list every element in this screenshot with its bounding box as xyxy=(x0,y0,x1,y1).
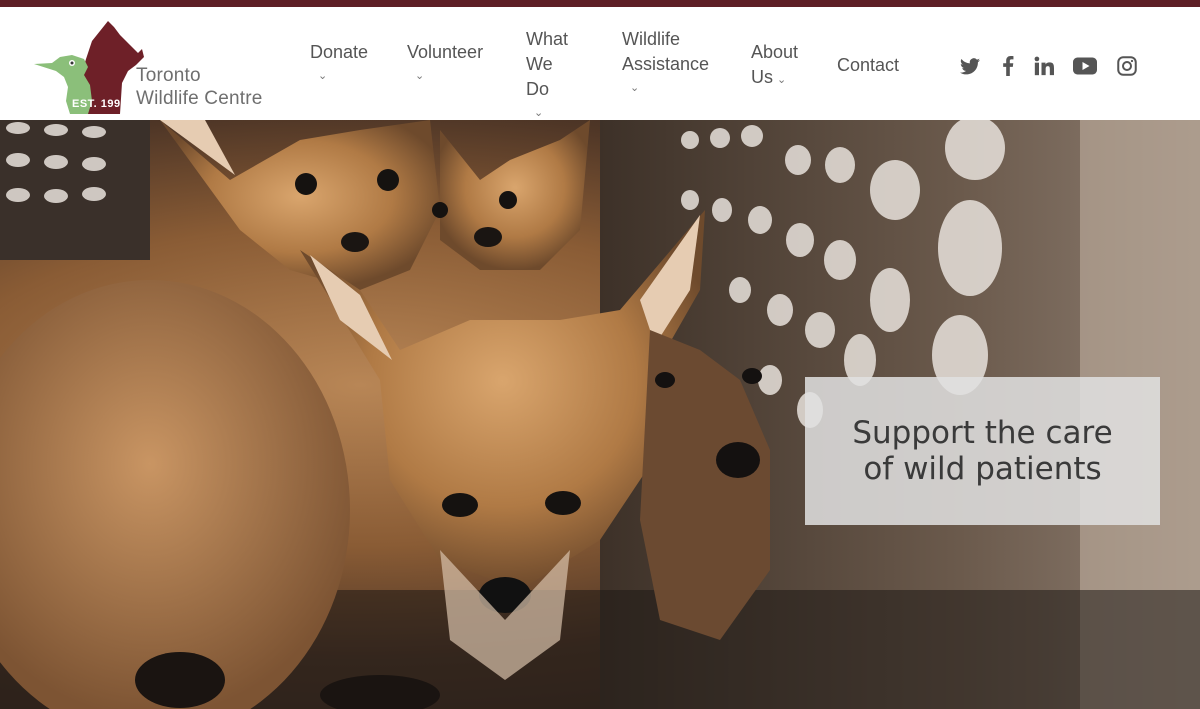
youtube-icon[interactable] xyxy=(1073,54,1097,78)
site-header: EST. 1993 Toronto Wildlife Centre Donate… xyxy=(0,7,1200,120)
linkedin-icon[interactable] xyxy=(1032,54,1056,78)
hero-cta-text: Support the care of wild patients xyxy=(852,415,1112,487)
nav-donate-label: Donate xyxy=(310,42,369,62)
chevron-down-icon: ⌄ xyxy=(318,70,328,82)
nav-contact[interactable]: Contact xyxy=(837,53,899,78)
hero-cta-line1: Support the care xyxy=(852,415,1113,451)
nav-about-label-line1: About xyxy=(751,42,799,62)
logo-name-line2: Wildlife Centre xyxy=(136,88,263,109)
logo-name-line1: Toronto xyxy=(136,65,201,86)
nav-wildlife-assistance[interactable]: Wildlife Assistance ⌄ xyxy=(622,27,709,95)
nav-about-us[interactable]: About Us ⌄ xyxy=(751,40,798,90)
twitter-icon[interactable] xyxy=(958,54,982,78)
facebook-icon[interactable] xyxy=(996,54,1020,78)
nav-wildlife-label-line1: Wildlife xyxy=(622,29,681,49)
chevron-down-icon: ⌄ xyxy=(630,82,640,94)
hero-cta-line2: of wild patients xyxy=(863,451,1102,487)
chevron-down-icon: ⌄ xyxy=(415,70,425,82)
site-logo[interactable]: EST. 1993 Toronto Wildlife Centre xyxy=(30,19,280,114)
nav-about-label-line2: Us xyxy=(751,67,773,87)
nav-donate[interactable]: Donate ⌄ xyxy=(310,40,368,83)
logo-wordmark: Toronto Wildlife Centre xyxy=(136,64,263,110)
nav-volunteer[interactable]: Volunteer ⌄ xyxy=(407,40,483,83)
chevron-down-icon: ⌄ xyxy=(534,107,544,119)
nav-what-label-line2: We Do xyxy=(526,54,553,99)
hero-cta-box[interactable]: Support the care of wild patients xyxy=(805,377,1160,525)
nav-what-label-line1: What xyxy=(526,29,569,49)
instagram-icon[interactable] xyxy=(1115,54,1139,78)
top-accent-bar xyxy=(0,0,1200,7)
logo-est-text: EST. 1993 xyxy=(72,98,128,110)
nav-wildlife-label-line2: Assistance xyxy=(622,54,710,74)
nav-volunteer-label: Volunteer xyxy=(407,42,484,62)
chevron-down-icon: ⌄ xyxy=(777,74,787,86)
nav-what-we-do[interactable]: What We Do ⌄ xyxy=(526,27,568,120)
nav-contact-label: Contact xyxy=(837,55,900,75)
hero-banner: Support the care of wild patients xyxy=(0,120,1200,709)
